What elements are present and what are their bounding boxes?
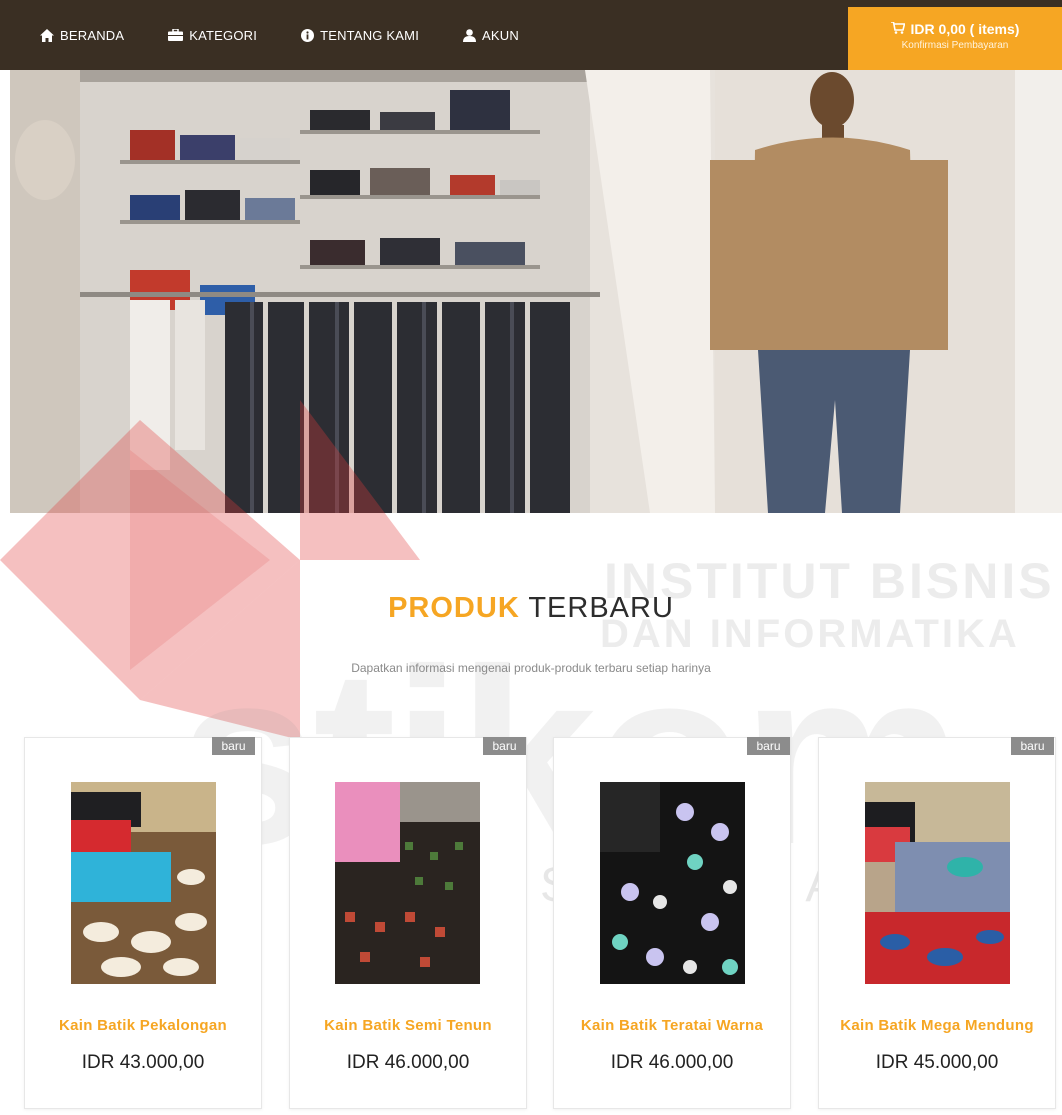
briefcase-icon	[168, 29, 184, 41]
product-price: IDR 46.000,00	[346, 1052, 470, 1073]
nav-akun-label: AKUN	[482, 27, 519, 43]
product-name[interactable]: Kain Batik Semi Tenun	[276, 1017, 540, 1034]
product-image[interactable]	[335, 782, 480, 984]
section-subtitle: Dapatkan informasi mengenai produk-produ…	[351, 661, 711, 675]
cart-button[interactable]: IDR 0,00 ( items) Konfirmasi Pembayaran	[848, 7, 1062, 70]
product-price: IDR 46.000,00	[610, 1052, 734, 1073]
product-price: IDR 43.000,00	[81, 1052, 205, 1073]
nav-links: BERANDA KATEGORI TENTANG KAMI AKUN	[40, 0, 519, 70]
section-title-highlight: PRODUK	[388, 592, 520, 624]
product-image[interactable]	[71, 782, 216, 984]
product-name[interactable]: Kain Batik Mega Mendung	[805, 1017, 1062, 1034]
new-badge: baru	[747, 737, 790, 755]
cart-total-row: IDR 0,00 ( items)	[848, 21, 1062, 37]
navbar: BERANDA KATEGORI TENTANG KAMI AKUN IDR 0…	[0, 0, 1062, 70]
nav-beranda[interactable]: BERANDA	[40, 28, 124, 43]
product-name[interactable]: Kain Batik Pekalongan	[11, 1017, 275, 1034]
nav-tentang-kami-label: TENTANG KAMI	[320, 27, 420, 43]
cart-icon	[890, 21, 906, 37]
page: BERANDA KATEGORI TENTANG KAMI AKUN IDR 0…	[0, 0, 1062, 1115]
product-image[interactable]	[865, 782, 1010, 984]
section-title-rest: TERBARU	[528, 592, 674, 624]
info-icon	[301, 28, 315, 42]
product-price: IDR 45.000,00	[875, 1052, 999, 1073]
new-badge: baru	[212, 737, 255, 755]
nav-kategori[interactable]: KATEGORI	[168, 28, 257, 43]
user-icon	[463, 28, 477, 42]
section-title: PRODUK TERBARU	[0, 592, 1062, 625]
hero-banner	[10, 70, 1062, 513]
cart-confirm-link[interactable]: Konfirmasi Pembayaran	[848, 40, 1062, 51]
cart-total: IDR 0,00 ( items)	[910, 21, 1020, 37]
product-image[interactable]	[600, 782, 745, 984]
nav-tentang-kami[interactable]: TENTANG KAMI	[301, 28, 419, 43]
new-badge: baru	[1011, 737, 1054, 755]
nav-beranda-label: BERANDA	[60, 27, 125, 43]
home-icon	[40, 28, 54, 42]
nav-kategori-label: KATEGORI	[189, 27, 258, 43]
nav-akun[interactable]: AKUN	[463, 28, 519, 43]
product-name[interactable]: Kain Batik Teratai Warna	[540, 1017, 804, 1034]
new-badge: baru	[483, 737, 526, 755]
